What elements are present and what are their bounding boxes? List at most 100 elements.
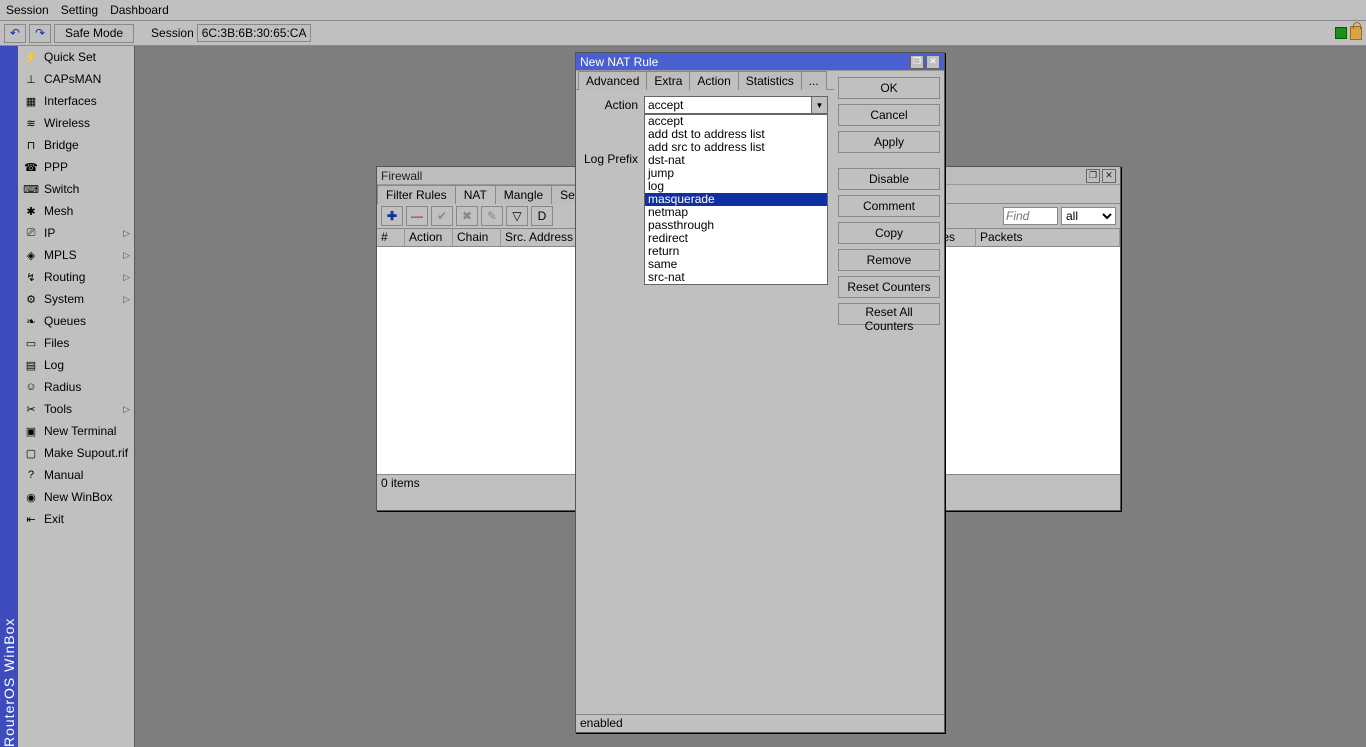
sidebar-item-radius[interactable]: ☺ Radius xyxy=(18,376,134,398)
sidebar-item-tools[interactable]: ✂Tools▷ xyxy=(18,398,134,420)
sidebar-item-system[interactable]: ⚙System▷ xyxy=(18,288,134,310)
dropdown-option-jump[interactable]: jump xyxy=(645,167,827,180)
sidebar-item-interfaces[interactable]: ▦Interfaces xyxy=(18,90,134,112)
nat-form: Action ▼ acceptadd dst to address listad… xyxy=(576,90,834,180)
lock-icon xyxy=(1350,26,1362,40)
sidebar-item-log[interactable]: ▤Log xyxy=(18,354,134,376)
nat-restore-button[interactable]: ❐ xyxy=(910,55,924,69)
remove-button[interactable]: Remove xyxy=(838,249,940,271)
sidebar-item-label: MPLS xyxy=(44,248,77,262)
sidebar-item-mesh[interactable]: ✱Mesh xyxy=(18,200,134,222)
firewall-restore-button[interactable]: ❐ xyxy=(1086,169,1100,183)
nat-button-column: OK Cancel Apply Disable Comment Copy Rem… xyxy=(834,71,944,714)
sidebar-item-label: Files xyxy=(44,336,69,350)
redo-button[interactable]: ↷ xyxy=(29,24,51,43)
sidebar-item-capsman[interactable]: ⊥CAPsMAN xyxy=(18,68,134,90)
sidebar-item-new-terminal[interactable]: ▣New Terminal xyxy=(18,420,134,442)
sidebar-item-switch[interactable]: ⌨ Switch xyxy=(18,178,134,200)
sidebar-icon: ◈ xyxy=(24,248,38,262)
sidebar-item-ip[interactable]: ⎚IP▷ xyxy=(18,222,134,244)
action-dropdown[interactable]: acceptadd dst to address listadd src to … xyxy=(644,114,828,285)
action-input[interactable] xyxy=(644,96,812,114)
sidebar-item-label: Routing xyxy=(44,270,85,284)
sidebar-item-label: PPP xyxy=(44,160,68,174)
main-area: RouterOS WinBox ⚡Quick Set⊥CAPsMAN▦Inter… xyxy=(0,46,1366,747)
menubar[interactable]: Session Setting Dashboard xyxy=(0,0,1366,21)
firewall-title: Firewall xyxy=(381,169,422,183)
tab-extra[interactable]: Extra xyxy=(646,71,690,90)
sidebar-item-label: New Terminal xyxy=(44,424,116,438)
nat-titlebar[interactable]: New NAT Rule ❐ ✕ xyxy=(576,53,944,71)
sidebar-item-queues[interactable]: ❧ Queues xyxy=(18,310,134,332)
sidebar-item-bridge[interactable]: ⊓Bridge xyxy=(18,134,134,156)
apply-button[interactable]: Apply xyxy=(838,131,940,153)
nat-close-button[interactable]: ✕ xyxy=(926,55,940,69)
sidebar-item-wireless[interactable]: ≋Wireless xyxy=(18,112,134,134)
col-chain[interactable]: Chain xyxy=(453,229,501,246)
filter-select[interactable]: all xyxy=(1061,207,1116,225)
sidebar-item-label: Queues xyxy=(44,314,86,328)
menu-session[interactable]: Session xyxy=(6,3,49,17)
sidebar-item-label: Radius xyxy=(44,380,81,394)
chevron-right-icon: ▷ xyxy=(123,404,130,415)
tab-advanced[interactable]: Advanced xyxy=(578,71,647,90)
sidebar-item-manual[interactable]: ?Manual xyxy=(18,464,134,486)
find-input[interactable] xyxy=(1003,207,1058,225)
sidebar-item-ppp[interactable]: ☎ PPP xyxy=(18,156,134,178)
action-dropdown-button[interactable]: ▼ xyxy=(812,96,828,114)
filter-button[interactable]: ▽ xyxy=(506,206,528,226)
sidebar-item-mpls[interactable]: ◈MPLS▷ xyxy=(18,244,134,266)
menu-settings[interactable]: Setting xyxy=(61,3,98,17)
safe-mode-button[interactable]: Safe Mode xyxy=(54,24,134,43)
nat-tabs[interactable]: Advanced Extra Action Statistics ... xyxy=(576,71,834,90)
tab-action[interactable]: Action xyxy=(689,71,738,90)
col-packets[interactable]: Packets xyxy=(976,229,1120,246)
col-num[interactable]: # xyxy=(377,229,405,246)
chevron-right-icon: ▷ xyxy=(123,294,130,305)
nat-rule-window[interactable]: New NAT Rule ❐ ✕ Advanced Extra Action S… xyxy=(575,52,945,733)
sidebar-item-routing[interactable]: ↯Routing▷ xyxy=(18,266,134,288)
sidebar-item-label: Quick Set xyxy=(44,50,96,64)
remove-rule-button[interactable]: — xyxy=(406,206,428,226)
sidebar-item-label: Switch xyxy=(44,182,79,196)
sidebar-item-new-winbox[interactable]: ◉New WinBox xyxy=(18,486,134,508)
tab-statistics[interactable]: Statistics xyxy=(738,71,802,90)
tab-more[interactable]: ... xyxy=(801,71,827,90)
sidebar-item-quick-set[interactable]: ⚡Quick Set xyxy=(18,46,134,68)
enable-rule-button[interactable]: ✔ xyxy=(431,206,453,226)
sidebar-item-exit[interactable]: ⇤Exit xyxy=(18,508,134,530)
comment-rule-button[interactable]: ✎ xyxy=(481,206,503,226)
sidebar-item-make-supout-rif[interactable]: ▢Make Supout.rif xyxy=(18,442,134,464)
chevron-right-icon: ▷ xyxy=(123,228,130,239)
tab-mangle[interactable]: Mangle xyxy=(495,185,552,204)
sidebar-item-files[interactable]: ▭Files xyxy=(18,332,134,354)
sidebar-icon: ▤ xyxy=(24,358,38,372)
dropdown-option-src-nat[interactable]: src-nat xyxy=(645,271,827,284)
sidebar-icon: ☺ xyxy=(24,380,38,394)
sidebar-item-label: IP xyxy=(44,226,55,240)
sidebar-icon: ❧ xyxy=(24,314,38,328)
default-button[interactable]: D xyxy=(531,206,553,226)
sidebar-icon: ⌨ xyxy=(24,182,38,196)
workspace: Firewall ❐ ✕ Filter Rules NAT Mangle Ser… xyxy=(135,46,1366,747)
sidebar-icon: ☎ xyxy=(24,160,38,174)
redo-icon: ↷ xyxy=(35,26,45,40)
reset-all-counters-button[interactable]: Reset All Counters xyxy=(838,303,940,325)
comment-button[interactable]: Comment xyxy=(838,195,940,217)
toolbar: ↶ ↷ Safe Mode Session 6C:3B:6B:30:65:CA xyxy=(0,21,1366,46)
sidebar[interactable]: ⚡Quick Set⊥CAPsMAN▦Interfaces≋Wireless⊓B… xyxy=(18,46,135,747)
reset-counters-button[interactable]: Reset Counters xyxy=(838,276,940,298)
firewall-close-button[interactable]: ✕ xyxy=(1102,169,1116,183)
disable-button[interactable]: Disable xyxy=(838,168,940,190)
tab-filter-rules[interactable]: Filter Rules xyxy=(377,185,456,204)
copy-button[interactable]: Copy xyxy=(838,222,940,244)
col-action[interactable]: Action xyxy=(405,229,453,246)
menu-dashboard[interactable]: Dashboard xyxy=(110,3,169,17)
ok-button[interactable]: OK xyxy=(838,77,940,99)
tab-nat[interactable]: NAT xyxy=(455,185,496,204)
add-rule-button[interactable]: ✚ xyxy=(381,206,403,226)
undo-button[interactable]: ↶ xyxy=(4,24,26,43)
action-field-label: Action xyxy=(582,98,644,112)
disable-rule-button[interactable]: ✖ xyxy=(456,206,478,226)
cancel-button[interactable]: Cancel xyxy=(838,104,940,126)
